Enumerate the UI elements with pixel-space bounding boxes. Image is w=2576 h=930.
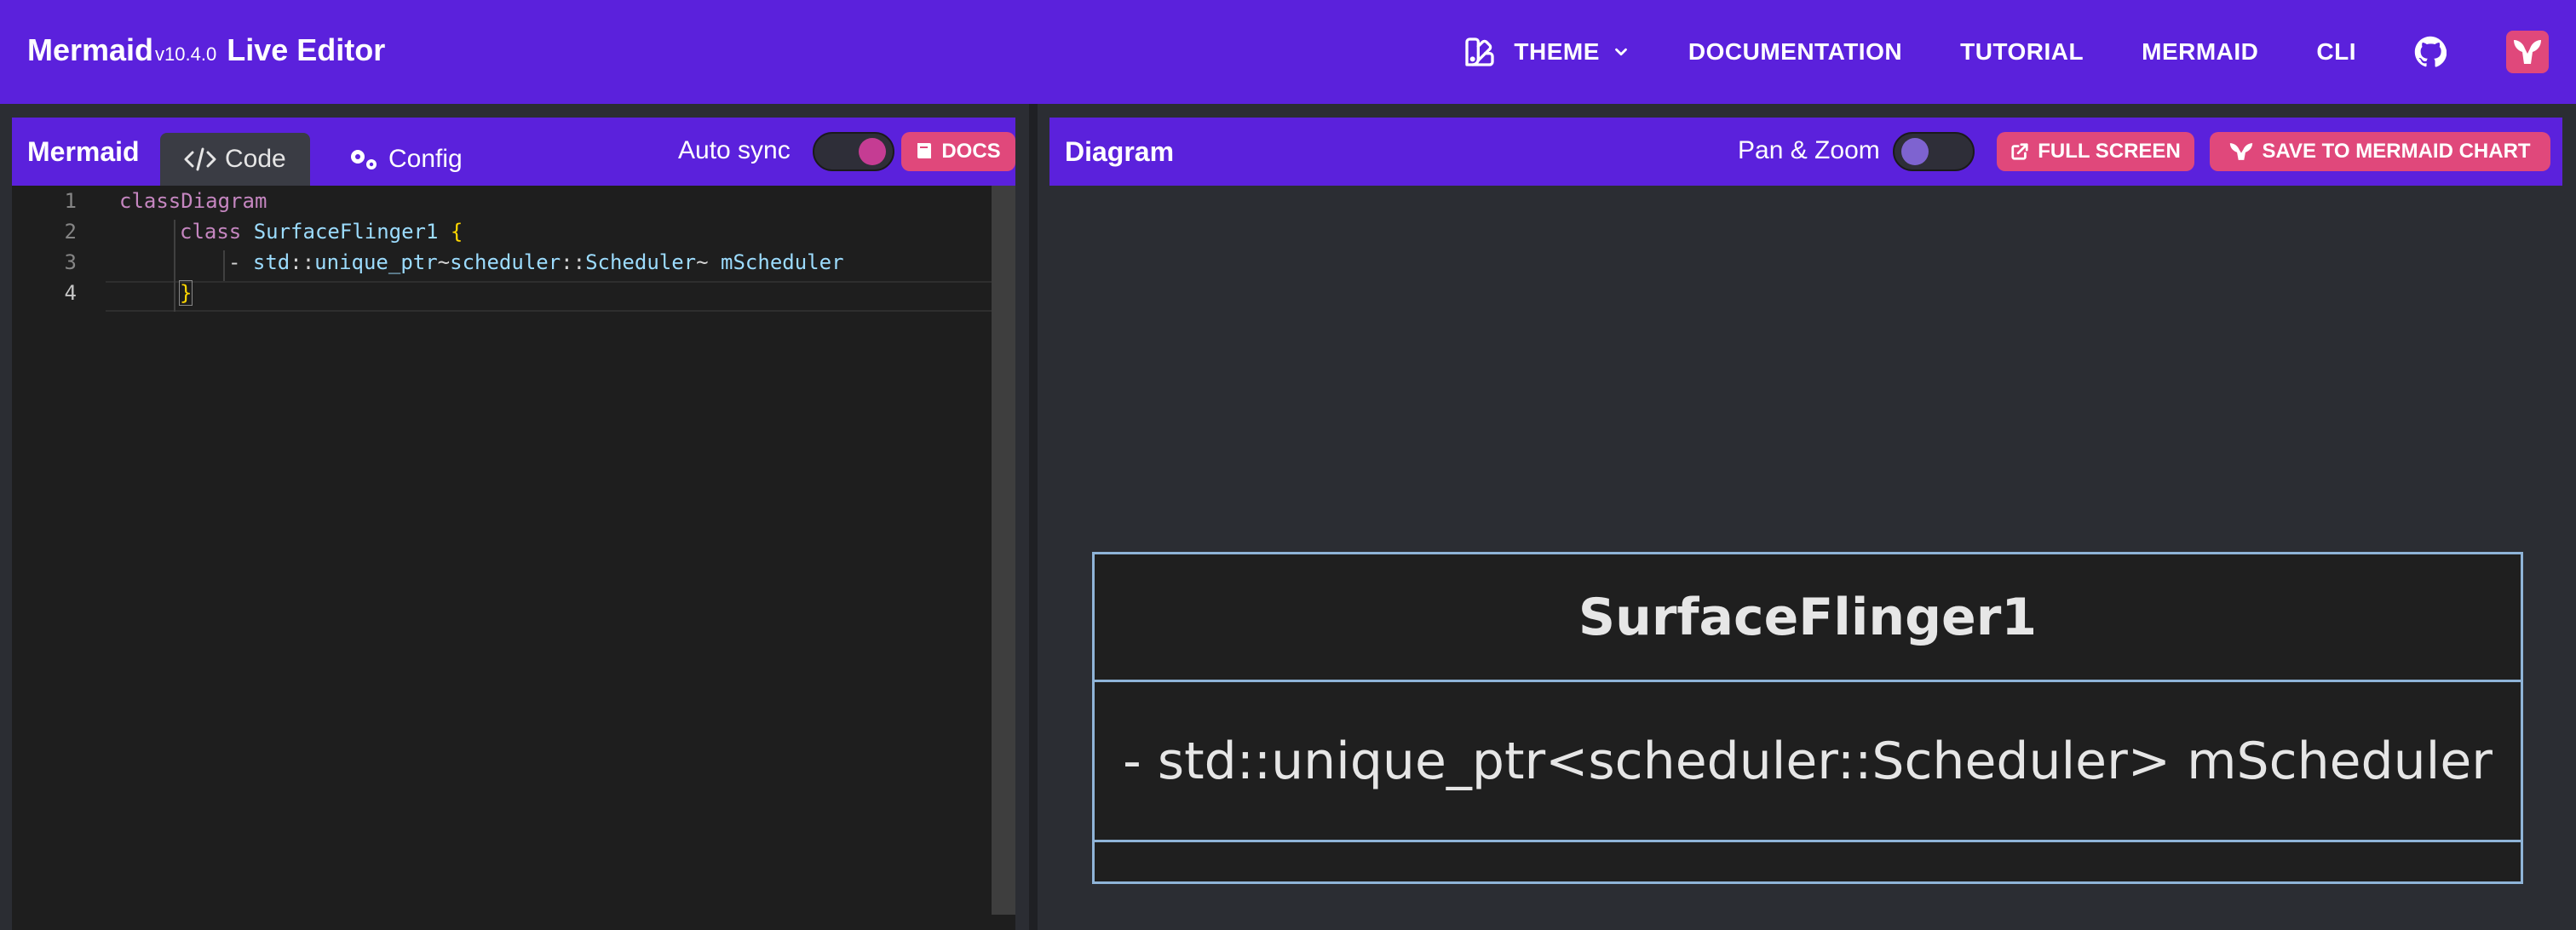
indent-guide xyxy=(174,220,175,312)
code-token: Scheduler xyxy=(585,250,697,274)
mermaid-m-glyph xyxy=(2514,40,2541,64)
code-token: ~ xyxy=(696,250,709,274)
indent-guide xyxy=(223,250,225,281)
auto-sync-toggle-knob xyxy=(859,138,886,165)
code-token: unique_ptr xyxy=(314,250,438,274)
pan-zoom-label: Pan & Zoom xyxy=(1738,136,1880,164)
code-token: } xyxy=(178,280,193,306)
line-number: 2 xyxy=(64,220,77,244)
code-token: std xyxy=(252,250,290,274)
editor-panel-header: Mermaid Code Config Auto sync DOCS xyxy=(12,118,1015,186)
code-token: :: xyxy=(561,250,586,274)
github-link[interactable] xyxy=(2414,36,2447,68)
code-token: SurfaceFlinger1 xyxy=(253,220,439,244)
code-token: scheduler xyxy=(450,250,561,274)
tab-config-label: Config xyxy=(388,145,463,173)
code-line-2: class SurfaceFlinger1 { xyxy=(180,220,463,244)
auto-sync-label: Auto sync xyxy=(678,136,791,164)
app-name: Mermaid xyxy=(27,32,154,67)
app-title-suffix: Live Editor xyxy=(227,32,386,67)
editor-panel-title: Mermaid xyxy=(27,136,140,167)
save-button-label: SAVE TO MERMAID CHART xyxy=(2262,140,2531,163)
pan-zoom-toggle[interactable] xyxy=(1893,132,1975,171)
nav-mermaid-link[interactable]: MERMAID xyxy=(2142,38,2258,66)
code-token: - xyxy=(228,250,253,274)
code-token: { xyxy=(450,220,463,244)
app-brand[interactable]: Mermaid v10.4.0 Live Editor xyxy=(27,32,385,68)
nav-cli-link[interactable]: CLI xyxy=(2316,38,2356,66)
pan-zoom-toggle-knob xyxy=(1901,138,1929,165)
panel-splitter[interactable] xyxy=(1029,104,1038,930)
save-to-mermaid-chart-button[interactable]: SAVE TO MERMAID CHART xyxy=(2210,132,2550,171)
class-name: SurfaceFlinger1 xyxy=(1095,554,2521,682)
code-token: classDiagram xyxy=(119,189,267,213)
theme-label: THEME xyxy=(1514,38,1600,65)
theme-icon xyxy=(1465,37,1495,66)
app-version: v10.4.0 xyxy=(155,43,217,65)
diagram-panel-header: Diagram Pan & Zoom FULL SCREEN SAVE TO M… xyxy=(1049,118,2562,186)
editor-scrollbar[interactable] xyxy=(992,186,1015,915)
code-token: class xyxy=(180,220,242,244)
tab-code-label: Code xyxy=(225,145,286,173)
book-icon xyxy=(917,143,932,158)
tab-config[interactable]: Config xyxy=(324,133,486,186)
mermaid-chart-icon xyxy=(2230,143,2253,160)
code-icon xyxy=(184,147,216,171)
diagram-panel-title: Diagram xyxy=(1065,136,1175,167)
github-icon xyxy=(2414,36,2447,67)
gears-icon xyxy=(351,150,377,169)
line-number: 4 xyxy=(64,281,77,305)
mermaid-chart-logo-icon[interactable] xyxy=(2506,31,2549,73)
line-number: 1 xyxy=(64,189,77,213)
class-diagram-node[interactable]: SurfaceFlinger1 - std::unique_ptr<schedu… xyxy=(1092,552,2523,884)
auto-sync-toggle[interactable] xyxy=(813,132,894,171)
docs-button[interactable]: DOCS xyxy=(901,132,1015,171)
code-token: mScheduler xyxy=(708,250,844,274)
chevron-down-icon xyxy=(1615,48,1627,56)
code-editor[interactable]: 1 2 3 4 classDiagram class SurfaceFlinge… xyxy=(12,186,1015,930)
current-line-highlight xyxy=(106,281,1003,312)
top-navbar: Mermaid v10.4.0 Live Editor THEME DOCUME… xyxy=(0,0,2576,104)
tab-code[interactable]: Code xyxy=(160,133,310,186)
code-line-3: - std::unique_ptr~scheduler::Scheduler~ … xyxy=(228,250,844,274)
code-token: :: xyxy=(290,250,315,274)
theme-dropdown[interactable]: THEME xyxy=(1463,35,1630,69)
class-member: - std::unique_ptr<scheduler::Scheduler> … xyxy=(1095,682,2521,842)
external-link-icon xyxy=(2011,143,2028,160)
full-screen-button-label: FULL SCREEN xyxy=(2038,140,2181,163)
code-line-4: } xyxy=(178,280,193,306)
line-number: 3 xyxy=(64,250,77,274)
docs-button-label: DOCS xyxy=(941,140,1001,163)
nav-documentation-link[interactable]: DOCUMENTATION xyxy=(1688,38,1902,66)
code-line-1: classDiagram xyxy=(119,189,267,213)
full-screen-button[interactable]: FULL SCREEN xyxy=(1997,132,2194,171)
nav-menu: THEME DOCUMENTATION TUTORIAL MERMAID CLI xyxy=(1463,0,2576,104)
nav-tutorial-link[interactable]: TUTORIAL xyxy=(1960,38,2084,66)
code-token: ~ xyxy=(437,250,451,274)
